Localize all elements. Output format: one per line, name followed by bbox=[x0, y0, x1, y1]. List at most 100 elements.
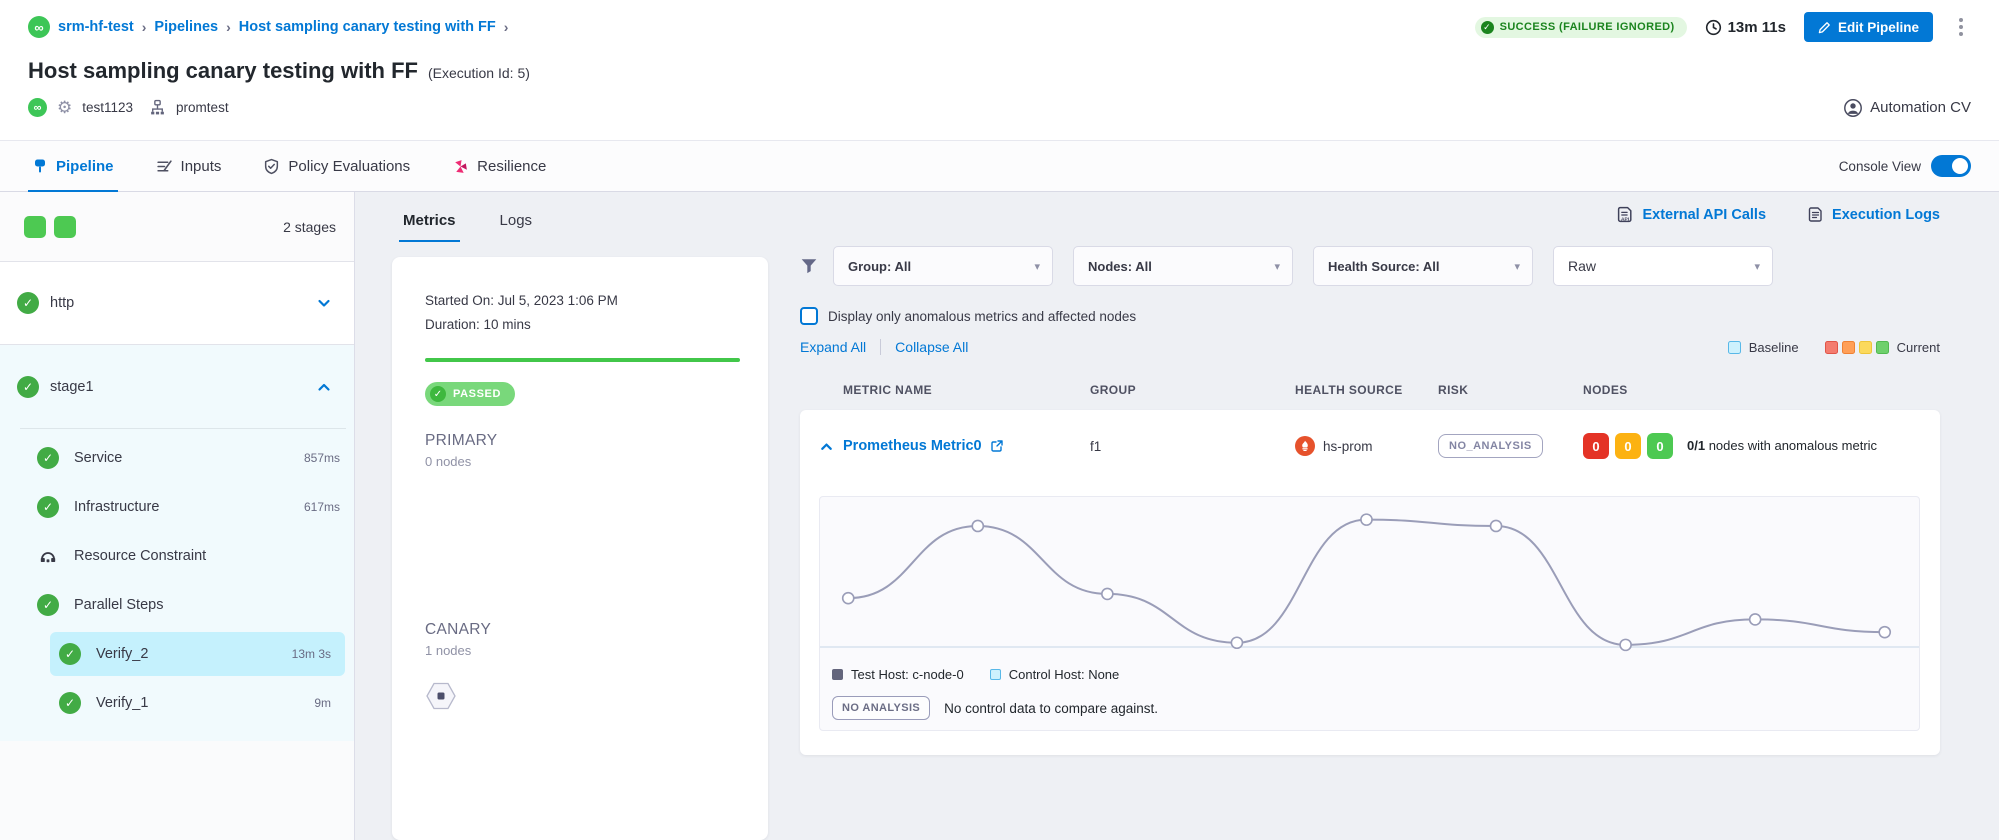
tab-policy-evaluations[interactable]: Policy Evaluations bbox=[259, 141, 414, 191]
selected-step-highlight[interactable]: ✓ Verify_2 13m 3s bbox=[50, 632, 345, 676]
breadcrumb-project[interactable]: srm-hf-test bbox=[58, 19, 134, 35]
pencil-icon bbox=[1818, 21, 1831, 34]
success-check-icon: ✓ bbox=[59, 643, 81, 665]
harness-logo-icon: ∞ bbox=[28, 16, 50, 38]
step-verify-1[interactable]: ✓ Verify_1 9m bbox=[0, 678, 354, 727]
console-view-toggle[interactable] bbox=[1931, 155, 1971, 177]
health-source-cell: hs-prom bbox=[1295, 436, 1438, 456]
metric-name-link[interactable]: Prometheus Metric0 bbox=[843, 438, 1090, 454]
success-check-icon: ✓ bbox=[37, 447, 59, 469]
risk-cell: NO_ANALYSIS bbox=[1438, 434, 1583, 458]
test-host-legend: Test Host: c-node-0 bbox=[832, 667, 964, 682]
green-node-count: 0 bbox=[1647, 433, 1673, 459]
monitored-service-name: promtest bbox=[176, 100, 229, 115]
step-service[interactable]: ✓ Service 857ms bbox=[0, 433, 354, 482]
step-resource-constraint[interactable]: Resource Constraint bbox=[0, 531, 354, 580]
nodes-filter-dropdown[interactable]: Nodes: All▾ bbox=[1073, 246, 1293, 286]
chevron-right-icon: › bbox=[226, 19, 231, 35]
tab-metrics[interactable]: Metrics bbox=[403, 212, 456, 242]
anomalous-only-label: Display only anomalous metrics and affec… bbox=[828, 309, 1136, 324]
col-nodes: NODES bbox=[1583, 383, 1920, 397]
document-icon bbox=[1808, 206, 1824, 224]
metric-line-chart[interactable] bbox=[820, 497, 1919, 657]
health-source-filter-dropdown[interactable]: Health Source: All▾ bbox=[1313, 246, 1533, 286]
page-title: Host sampling canary testing with FF bbox=[28, 58, 418, 84]
external-link-icon bbox=[990, 439, 1004, 453]
shield-check-icon bbox=[263, 158, 280, 175]
stage-count: 2 stages bbox=[283, 219, 336, 235]
stage-item-http[interactable]: ✓ http bbox=[0, 262, 354, 345]
page-header: ∞ srm-hf-test › Pipelines › Host samplin… bbox=[0, 0, 1999, 140]
primary-label: PRIMARY bbox=[425, 432, 740, 450]
stage-square-icon bbox=[54, 216, 76, 238]
current-green-swatch bbox=[1876, 341, 1889, 354]
more-options-button[interactable] bbox=[1951, 14, 1971, 40]
elapsed-time: 13m 11s bbox=[1705, 19, 1786, 36]
resource-constraint-icon bbox=[37, 546, 59, 566]
success-check-icon: ✓ bbox=[37, 496, 59, 518]
check-icon: ✓ bbox=[1481, 21, 1494, 34]
stage1-steps: ✓ Service 857ms ✓ Infrastructure 617ms R… bbox=[0, 428, 354, 741]
svg-text:API: API bbox=[1622, 217, 1631, 223]
breadcrumb-pipelines[interactable]: Pipelines bbox=[154, 19, 218, 35]
pipeline-icon bbox=[32, 158, 48, 174]
step-duration: 617ms bbox=[304, 500, 340, 514]
col-metric-name: METRIC NAME bbox=[843, 383, 1090, 397]
chevron-down-icon: ▾ bbox=[1034, 260, 1040, 273]
harness-service-icon: ∞ bbox=[28, 98, 47, 117]
console-view-label: Console View bbox=[1839, 159, 1921, 174]
col-health-source: HEALTH SOURCE bbox=[1295, 383, 1438, 397]
amber-node-count: 0 bbox=[1615, 433, 1641, 459]
risk-badge: NO_ANALYSIS bbox=[1438, 434, 1543, 458]
execution-sidebar: 2 stages ✓ http ✓ stage1 ✓ bbox=[0, 192, 355, 840]
nodes-summary: 0/1 nodes with anomalous metric bbox=[1687, 437, 1897, 456]
no-analysis-message: No control data to compare against. bbox=[944, 701, 1158, 716]
current-yellow-swatch bbox=[1859, 341, 1872, 354]
chevron-down-icon: ▾ bbox=[1514, 260, 1520, 273]
current-orange-swatch bbox=[1842, 341, 1855, 354]
success-check-icon: ✓ bbox=[17, 376, 39, 398]
app-root: ∞ srm-hf-test › Pipelines › Host samplin… bbox=[0, 0, 1999, 840]
stage-square-icon bbox=[24, 216, 46, 238]
divider bbox=[880, 339, 881, 355]
filter-icon[interactable] bbox=[800, 257, 818, 275]
chevron-down-icon: ▾ bbox=[1754, 260, 1760, 273]
canary-label: CANARY bbox=[425, 621, 740, 639]
col-risk: RISK bbox=[1438, 383, 1583, 397]
collapse-all-link[interactable]: Collapse All bbox=[895, 339, 968, 355]
tab-resilience[interactable]: Resilience bbox=[448, 141, 550, 191]
stages-summary: 2 stages bbox=[0, 192, 354, 262]
status-badge: ✓ SUCCESS (FAILURE IGNORED) bbox=[1475, 17, 1687, 38]
step-verify-2[interactable]: ✓ Verify_2 13m 3s bbox=[0, 629, 354, 678]
anomalous-only-checkbox[interactable] bbox=[800, 307, 818, 325]
progress-bar bbox=[425, 358, 740, 362]
metrics-content: API External API Calls Execution Logs Gr… bbox=[785, 192, 1999, 840]
canary-node-hexagon[interactable] bbox=[425, 682, 740, 710]
passed-badge: ✓ PASSED bbox=[425, 382, 515, 406]
group-filter-dropdown[interactable]: Group: All▾ bbox=[833, 246, 1053, 286]
stage-item-stage1[interactable]: ✓ stage1 bbox=[0, 345, 354, 428]
tab-pipeline[interactable]: Pipeline bbox=[28, 141, 118, 191]
data-mode-dropdown[interactable]: Raw▾ bbox=[1553, 246, 1773, 286]
inputs-icon bbox=[156, 158, 173, 175]
tab-logs[interactable]: Logs bbox=[500, 212, 533, 242]
step-duration: 857ms bbox=[304, 451, 340, 465]
external-api-calls-link[interactable]: API External API Calls bbox=[1617, 206, 1766, 224]
execution-logs-link[interactable]: Execution Logs bbox=[1808, 206, 1940, 224]
expand-all-link[interactable]: Expand All bbox=[800, 339, 866, 355]
edit-pipeline-button[interactable]: Edit Pipeline bbox=[1804, 12, 1933, 42]
monitored-service-icon bbox=[149, 99, 166, 116]
clock-icon bbox=[1705, 19, 1722, 36]
chevron-right-icon: › bbox=[142, 19, 147, 35]
collapse-metric-chevron[interactable] bbox=[819, 439, 843, 454]
chevron-up-icon[interactable] bbox=[316, 379, 332, 395]
step-infrastructure[interactable]: ✓ Infrastructure 617ms bbox=[0, 482, 354, 531]
tab-inputs[interactable]: Inputs bbox=[152, 141, 226, 191]
chevron-down-icon[interactable] bbox=[316, 295, 332, 311]
breadcrumb-pipeline-name[interactable]: Host sampling canary testing with FF bbox=[239, 19, 496, 35]
metric-group: f1 bbox=[1090, 439, 1295, 454]
analysis-status-row: NO ANALYSIS No control data to compare a… bbox=[820, 682, 1919, 720]
primary-node-count: 0 nodes bbox=[425, 454, 740, 469]
step-parallel-steps[interactable]: ✓ Parallel Steps bbox=[0, 580, 354, 629]
nodes-cell: 0 0 0 0/1 nodes with anomalous metric bbox=[1583, 433, 1920, 459]
